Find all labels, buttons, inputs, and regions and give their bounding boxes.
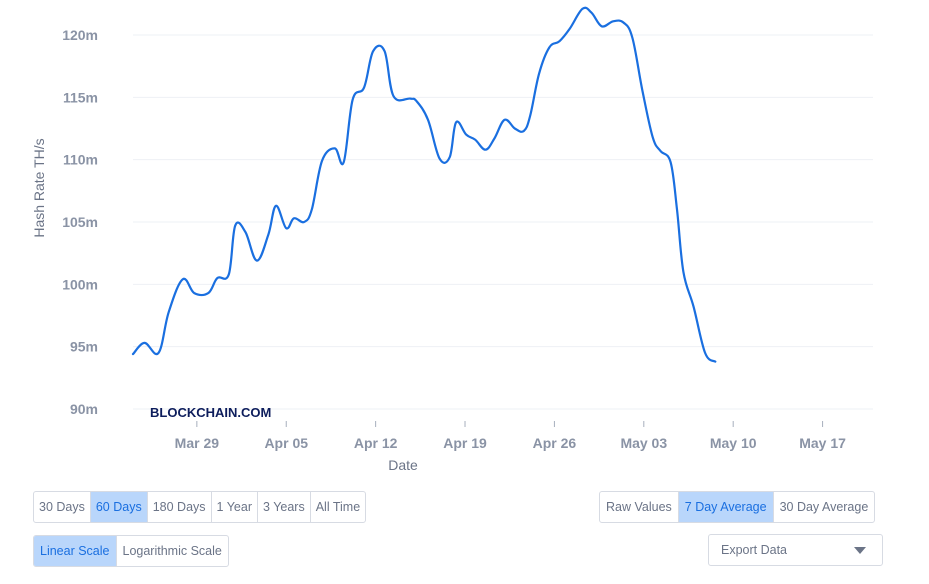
- range-180-days-button[interactable]: 180 Days: [148, 492, 212, 522]
- chart-grid: [133, 34, 873, 410]
- range-1-year-button[interactable]: 1 Year: [212, 492, 258, 522]
- export-data-label: Export Data: [721, 543, 788, 557]
- average-7-day-average-button[interactable]: 7 Day Average: [678, 492, 774, 522]
- y-tick-label: 110m: [63, 152, 98, 168]
- average-30-day-average-button[interactable]: 30 Day Average: [774, 492, 875, 522]
- y-tick-label: 90m: [70, 401, 98, 417]
- x-tick-label: Mar 29: [175, 435, 220, 451]
- y-tick-label: 115m: [63, 89, 98, 105]
- x-tick-label: Apr 19: [443, 435, 487, 451]
- y-tick-label: 105m: [62, 214, 98, 230]
- y-axis-ticks: 90m 95m 100m 105m 110m 115m 120m: [62, 27, 98, 417]
- x-tick-label: Apr 05: [264, 435, 308, 451]
- export-data-dropdown[interactable]: Export Data: [708, 534, 883, 566]
- hash-rate-chart: 90m 95m 100m 105m 110m 115m 120m Mar 29 Apr 05 A…: [31, 6, 873, 473]
- scale-logarithmic-scale-button[interactable]: Logarithmic Scale: [117, 536, 228, 566]
- x-tick-label: May 17: [799, 435, 846, 451]
- y-tick-label: 120m: [62, 27, 98, 43]
- x-tick-label: Apr 12: [354, 435, 398, 451]
- scale-linear-scale-button[interactable]: Linear Scale: [34, 536, 117, 566]
- scale-selector: Linear Scale Logarithmic Scale: [33, 535, 229, 567]
- range-60-days-button[interactable]: 60 Days: [90, 492, 148, 522]
- hash-rate-series-line: [131, 6, 717, 363]
- y-tick-label: 95m: [70, 339, 98, 355]
- x-axis-title: Date: [388, 457, 418, 473]
- average-selector: Raw Values 7 Day Average 30 Day Average: [599, 491, 876, 523]
- y-axis-title: Hash Rate TH/s: [31, 138, 47, 237]
- x-tick-label: Apr 26: [533, 435, 577, 451]
- chevron-down-icon: [854, 547, 866, 554]
- time-range-selector: 30 Days 60 Days 180 Days 1 Year 3 Years All T…: [33, 491, 367, 523]
- y-tick-label: 100m: [62, 276, 98, 292]
- range-all-time-button[interactable]: All Time: [311, 492, 365, 522]
- range-3-years-button[interactable]: 3 Years: [258, 492, 311, 522]
- x-tick-label: May 10: [710, 435, 757, 451]
- average-raw-values-button[interactable]: Raw Values: [600, 492, 679, 522]
- x-axis-ticks: Mar 29 Apr 05 Apr 12 Apr 19 Apr 26 May 03 May …: [175, 421, 846, 451]
- blockchain-watermark: BLOCKCHAIN.COM: [150, 405, 271, 420]
- x-tick-label: May 03: [620, 435, 667, 451]
- range-30-days-button[interactable]: 30 Days: [34, 492, 91, 522]
